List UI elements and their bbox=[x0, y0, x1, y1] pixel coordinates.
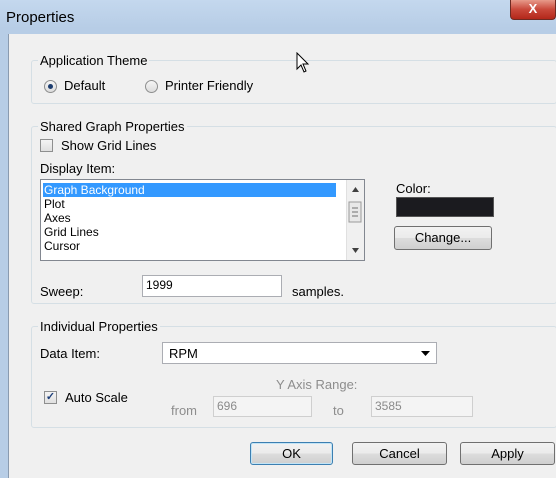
default-radio[interactable] bbox=[44, 80, 57, 93]
display-item-listbox[interactable]: Graph Background Plot Axes Grid Lines Cu… bbox=[40, 179, 365, 261]
show-grid-lines-label[interactable]: Show Grid Lines bbox=[61, 138, 156, 153]
scrollbar-arrows-icon bbox=[348, 187, 362, 253]
auto-scale-label[interactable]: Auto Scale bbox=[65, 390, 128, 405]
application-theme-legend: Application Theme bbox=[38, 53, 150, 68]
color-swatch bbox=[396, 197, 494, 217]
list-item[interactable]: Axes bbox=[43, 211, 71, 225]
data-item-label: Data Item: bbox=[40, 346, 100, 361]
window-title: Properties bbox=[6, 9, 75, 26]
to-label: to bbox=[333, 403, 344, 418]
printer-friendly-radio-label[interactable]: Printer Friendly bbox=[165, 78, 253, 93]
sweep-label: Sweep: bbox=[40, 284, 84, 299]
title-bar[interactable]: Properties X bbox=[0, 0, 556, 34]
list-item[interactable]: Graph Background bbox=[43, 183, 336, 197]
data-item-select[interactable]: RPM bbox=[162, 342, 437, 364]
from-label: from bbox=[171, 403, 197, 418]
printer-friendly-radio[interactable] bbox=[145, 80, 158, 93]
application-theme-group: Application Theme bbox=[31, 53, 556, 104]
show-grid-lines-checkbox[interactable] bbox=[40, 139, 53, 152]
close-button[interactable]: X bbox=[510, 0, 556, 20]
y-axis-to-input[interactable]: 3585 bbox=[371, 396, 473, 417]
shared-graph-properties-legend: Shared Graph Properties bbox=[38, 119, 187, 134]
individual-properties-legend: Individual Properties bbox=[38, 319, 160, 334]
listbox-scrollbar[interactable] bbox=[346, 180, 364, 260]
cancel-button[interactable]: Cancel bbox=[352, 442, 447, 465]
display-item-label: Display Item: bbox=[40, 161, 116, 176]
chevron-down-icon bbox=[421, 351, 430, 356]
properties-window: Properties X Application Theme Default P… bbox=[0, 0, 556, 478]
ok-button[interactable]: OK bbox=[250, 442, 333, 465]
dialog-body: Application Theme Default Printer Friend… bbox=[8, 34, 556, 478]
close-icon: X bbox=[528, 1, 538, 16]
list-item[interactable]: Plot bbox=[43, 197, 65, 211]
sweep-input[interactable]: 1999 bbox=[142, 275, 282, 297]
default-radio-label[interactable]: Default bbox=[64, 78, 105, 93]
change-color-button[interactable]: Change... bbox=[394, 226, 492, 250]
data-item-value: RPM bbox=[169, 346, 198, 361]
y-axis-from-input[interactable]: 696 bbox=[213, 396, 312, 417]
sweep-unit-label: samples. bbox=[292, 284, 345, 299]
list-item[interactable]: Grid Lines bbox=[43, 225, 99, 239]
color-label: Color: bbox=[396, 181, 431, 196]
list-item[interactable]: Cursor bbox=[43, 239, 80, 253]
auto-scale-checkbox[interactable]: ✓ bbox=[44, 391, 57, 404]
y-axis-range-label: Y Axis Range: bbox=[276, 377, 358, 392]
apply-button[interactable]: Apply bbox=[460, 442, 555, 465]
mouse-cursor-icon bbox=[296, 52, 310, 73]
